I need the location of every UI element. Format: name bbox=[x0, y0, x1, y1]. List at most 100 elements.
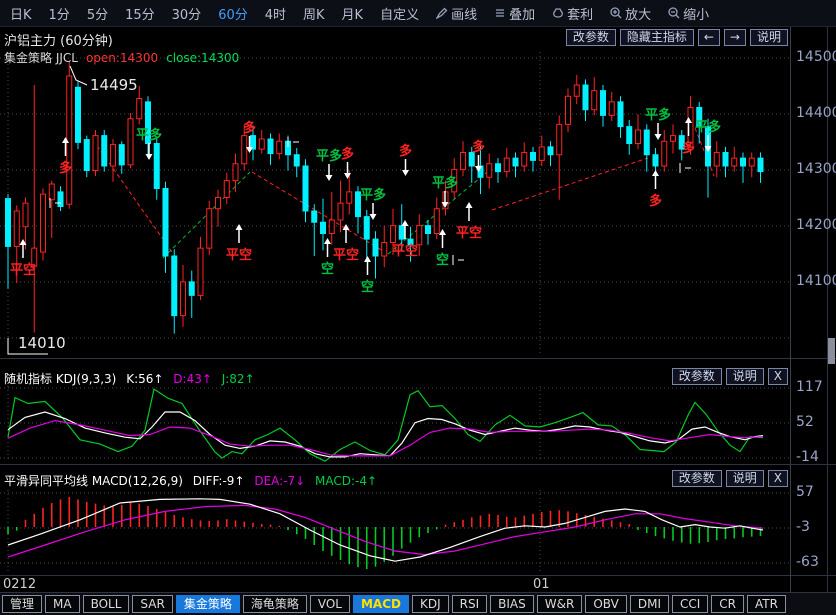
toolbar-item-5[interactable]: 60分 bbox=[218, 4, 248, 23]
bottom-tab-11[interactable]: W&R bbox=[537, 595, 583, 613]
bottom-tab-9[interactable]: RSI bbox=[452, 595, 488, 613]
bottom-tab-3[interactable]: SAR bbox=[132, 595, 172, 613]
candle-body bbox=[592, 91, 597, 110]
toolbar-item-7[interactable]: 周K bbox=[303, 4, 325, 23]
toolbar-item-8[interactable]: 月K bbox=[342, 4, 364, 23]
toolbar-item-1[interactable]: 1分 bbox=[49, 4, 70, 23]
signal-label-多: 多 bbox=[472, 139, 485, 155]
candle-body bbox=[566, 96, 571, 124]
candle-body bbox=[557, 124, 562, 154]
candle-body bbox=[84, 140, 89, 171]
open-value: open:14300 bbox=[86, 51, 158, 65]
main-header-button-0[interactable]: 改参数 bbox=[566, 29, 616, 46]
bottom-tab-16[interactable]: ATR bbox=[747, 595, 786, 613]
candle-body bbox=[487, 164, 492, 178]
candle-body bbox=[76, 87, 81, 142]
bottom-tab-6[interactable]: VOL bbox=[310, 595, 350, 613]
macd-button-0[interactable]: 改参数 bbox=[672, 470, 722, 487]
signal-label-多: 多 bbox=[341, 146, 354, 162]
bottom-tab-12[interactable]: OBV bbox=[585, 595, 627, 613]
main-header-buttons: 改参数隐藏主指标←→说明 bbox=[566, 29, 788, 46]
candle-body bbox=[364, 217, 369, 240]
kdj-button-1[interactable]: 说明 bbox=[726, 368, 764, 385]
kdj-title: 随机指标 KDJ(9,3,3) bbox=[4, 372, 116, 386]
trendline bbox=[252, 172, 388, 254]
bottom-tab-1[interactable]: MA bbox=[45, 595, 80, 613]
bottom-tab-0[interactable]: 管理 bbox=[2, 595, 42, 613]
toolbar-item-6[interactable]: 4时 bbox=[265, 4, 286, 23]
zoom-out-icon bbox=[668, 7, 680, 19]
candle-body bbox=[749, 158, 754, 166]
main-header-button-4[interactable]: 说明 bbox=[750, 29, 788, 46]
toolbar-item-label: 放大 bbox=[625, 4, 651, 23]
candle-body bbox=[636, 130, 641, 144]
candle-body bbox=[548, 147, 553, 155]
toolbar-item-13[interactable]: 放大 bbox=[610, 4, 651, 23]
candle-body bbox=[618, 102, 623, 127]
bottom-tab-7[interactable]: MACD bbox=[353, 595, 409, 613]
toolbar-item-4[interactable]: 30分 bbox=[172, 4, 202, 23]
kdj-button-2[interactable]: X bbox=[768, 368, 788, 385]
candle-body bbox=[163, 189, 168, 257]
bottom-tab-2[interactable]: BOLL bbox=[83, 595, 130, 613]
macd-button-1[interactable]: 说明 bbox=[726, 470, 764, 487]
chart-title: 沪铝主力 (60分钟) bbox=[4, 34, 113, 49]
kdj-axis-label-0: 117 bbox=[796, 379, 823, 395]
kdj-button-0[interactable]: 改参数 bbox=[672, 368, 722, 385]
candle-body bbox=[653, 155, 658, 166]
kdj-panel-buttons: 改参数说明X bbox=[672, 368, 788, 385]
candle-body bbox=[347, 192, 352, 203]
candle-body bbox=[399, 226, 404, 240]
candle-body bbox=[758, 158, 763, 172]
signal-label-空: 空 bbox=[321, 261, 334, 277]
candle-body bbox=[417, 226, 422, 245]
candle-body bbox=[67, 76, 72, 204]
toolbar-item-label: 日K bbox=[10, 4, 32, 23]
toolbar-item-14[interactable]: 缩小 bbox=[668, 4, 709, 23]
toolbar-item-label: 缩小 bbox=[683, 4, 709, 23]
bottom-tab-14[interactable]: CCI bbox=[672, 595, 708, 613]
candle-body bbox=[6, 199, 11, 247]
pencil-icon bbox=[436, 7, 448, 19]
main-chart[interactable]: 1449514010平多多平多多平多多平多多平多平多平空多平空空平空空平空空平空… bbox=[0, 0, 836, 615]
candle-body bbox=[216, 198, 221, 209]
main-header-button-2[interactable]: ← bbox=[698, 29, 720, 46]
toolbar-item-label: 套利 bbox=[567, 4, 593, 23]
candle-body bbox=[154, 144, 159, 189]
main-header-button-1[interactable]: 隐藏主指标 bbox=[620, 29, 694, 46]
signal-label-多: 多 bbox=[649, 193, 662, 209]
candle-body bbox=[461, 153, 466, 170]
bottom-tab-5[interactable]: 海龟策略 bbox=[243, 595, 307, 613]
toolbar-item-3[interactable]: 15分 bbox=[125, 4, 155, 23]
bottom-tab-4[interactable]: 集金策略 bbox=[176, 595, 240, 613]
macd-axis-label-0: 57 bbox=[796, 484, 814, 500]
toolbar-item-10[interactable]: 画线 bbox=[436, 4, 477, 23]
macd-panel-buttons: 改参数说明X bbox=[672, 470, 788, 487]
bottom-tab-10[interactable]: BIAS bbox=[490, 595, 534, 613]
candle-body bbox=[259, 139, 264, 149]
candle-body bbox=[671, 136, 676, 142]
bottom-tab-15[interactable]: CR bbox=[711, 595, 744, 613]
toolbar-item-12[interactable]: 套利 bbox=[552, 4, 593, 23]
macd-button-2[interactable]: X bbox=[768, 470, 788, 487]
signal-label-空: 空 bbox=[361, 279, 374, 295]
layers-icon bbox=[494, 7, 506, 19]
candle-body bbox=[268, 139, 273, 154]
candle-body bbox=[426, 226, 431, 234]
toolbar-item-11[interactable]: 叠加 bbox=[494, 4, 535, 23]
scrollbar-thumb[interactable] bbox=[828, 338, 835, 364]
bottom-tab-13[interactable]: DMI bbox=[630, 595, 669, 613]
toolbar-item-0[interactable]: 日K bbox=[10, 4, 32, 23]
candle-body bbox=[609, 102, 614, 116]
toolbar-item-9[interactable]: 自定义 bbox=[380, 4, 419, 23]
toolbar-item-label: 月K bbox=[342, 4, 364, 23]
signal-label-平空: 平空 bbox=[333, 247, 359, 263]
toolbar-item-2[interactable]: 5分 bbox=[87, 4, 108, 23]
main-header-button-3[interactable]: → bbox=[724, 29, 746, 46]
macd-title: 平滑异同平均线 MACD(12,26,9) bbox=[4, 474, 183, 488]
macd-axis-label-2: -63 bbox=[796, 554, 819, 570]
signal-label-多: 多 bbox=[243, 120, 256, 136]
candle-body bbox=[119, 145, 124, 165]
low-price-annotation: 14010 bbox=[18, 334, 66, 352]
bottom-tab-8[interactable]: KDJ bbox=[412, 595, 449, 613]
